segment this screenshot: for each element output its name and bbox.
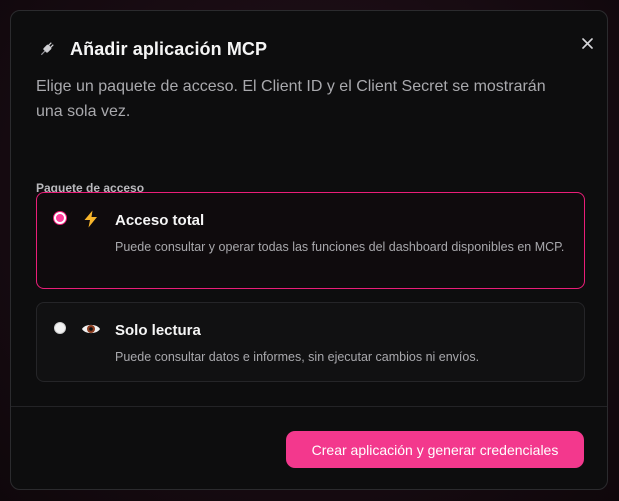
dialog-title: Añadir aplicación MCP: [70, 38, 268, 59]
plug-icon: [36, 38, 58, 60]
option-full-access[interactable]: Acceso total Puede consultar y operar to…: [36, 192, 585, 289]
close-button[interactable]: [579, 37, 595, 53]
close-icon: [581, 36, 593, 54]
option-description: Puede consultar y operar todas las funci…: [115, 240, 565, 254]
radio-read-only[interactable]: [54, 322, 66, 334]
add-mcp-app-dialog: Añadir aplicación MCP Elige un paquete d…: [10, 10, 608, 490]
option-description: Puede consultar datos e informes, sin ej…: [115, 350, 480, 364]
title-row: Añadir aplicación MCP: [36, 36, 582, 62]
lightning-icon: [81, 209, 101, 229]
radio-full-access[interactable]: [54, 212, 66, 224]
dialog-header: Añadir aplicación MCP Elige un paquete d…: [36, 36, 582, 124]
create-app-button[interactable]: Crear aplicación y generar credenciales: [286, 431, 584, 468]
option-title: Solo lectura: [115, 322, 201, 339]
dialog-subtitle: Elige un paquete de acceso. El Client ID…: [36, 78, 546, 120]
eye-icon: [81, 319, 101, 339]
footer-divider: [11, 406, 607, 407]
option-read-only[interactable]: Solo lectura Puede consultar datos e inf…: [36, 302, 585, 382]
option-title: Acceso total: [115, 212, 205, 229]
